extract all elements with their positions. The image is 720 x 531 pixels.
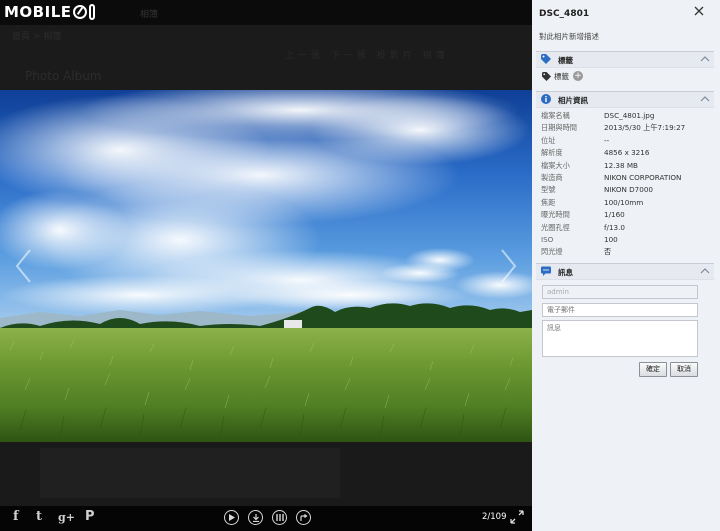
logo-text: MOBILE (4, 3, 72, 21)
plurk-icon[interactable]: P (85, 509, 95, 524)
logo-i-icon (88, 4, 95, 20)
photo-info-section-header[interactable]: 相片資訊 (536, 91, 714, 108)
info-row: 光圈孔徑 f/13.0 (541, 222, 711, 234)
info-row: ISO 100 (541, 234, 711, 246)
tag-icon (541, 54, 551, 64)
photo-title: DSC_4801 (539, 9, 590, 19)
background-thumbnail (40, 448, 340, 498)
album-nav-links: 上一張 下一張 投影片 相簿 (285, 51, 449, 61)
info-row: 檔案大小 12.38 MB (541, 160, 711, 172)
info-key: 閃光燈 (541, 247, 563, 257)
previous-photo-icon[interactable] (14, 248, 32, 284)
info-row: 曝光時間 1/160 (541, 209, 711, 221)
cancel-button[interactable]: 取消 (670, 362, 698, 377)
chevron-up-icon[interactable] (700, 267, 710, 275)
viewer-toolbar (0, 506, 532, 531)
info-value: NIKON D7000 (604, 185, 653, 195)
info-key: ISO (541, 234, 554, 244)
message-header-label: 訊息 (558, 268, 573, 277)
photo-viewer: MOBILE 相簿 首頁 > 相簿 上一張 下一張 投影片 相簿 Photo A… (0, 0, 532, 531)
info-row: 日期與時間 2013/5/30 上午7:19:27 (541, 122, 711, 134)
email-field[interactable] (542, 303, 698, 317)
info-row: 解析度 4856 x 3216 (541, 147, 711, 159)
info-key: 型號 (541, 185, 556, 195)
info-value: f/13.0 (604, 222, 625, 232)
thumbnails-icon[interactable] (272, 510, 287, 525)
header-nav-link[interactable]: 相簿 (140, 7, 158, 20)
next-photo-icon[interactable] (500, 248, 518, 284)
message-icon (541, 266, 551, 276)
info-row: 位址 -- (541, 135, 711, 147)
info-value: -- (604, 135, 610, 145)
album-title: Photo Album (25, 69, 102, 83)
info-value: 4856 x 3216 (604, 148, 650, 158)
info-value: DSC_4801.jpg (604, 111, 655, 120)
fullscreen-icon[interactable] (510, 510, 524, 524)
googleplus-icon[interactable]: g+ (58, 511, 75, 524)
info-key: 光圈孔徑 (541, 222, 570, 232)
info-key: 製造商 (541, 172, 563, 182)
dimmed-page-background: 首頁 > 相簿 上一張 下一張 投影片 相簿 Photo Album (0, 25, 532, 90)
tags-section-header[interactable]: 標籤 (536, 51, 714, 68)
play-icon[interactable] (224, 510, 239, 525)
info-row: 焦距 100/10mm (541, 197, 711, 209)
name-field: admin (542, 285, 698, 299)
facebook-icon[interactable]: f (13, 509, 19, 524)
twitter-icon[interactable]: t (36, 509, 42, 524)
info-key: 焦距 (541, 197, 556, 207)
photo-counter: 2/109 (482, 512, 507, 522)
photo-info-table: 檔案名稱 DSC_4801.jpg 日期與時間 2013/5/30 上午7:19:27… (541, 110, 711, 259)
chevron-up-icon[interactable] (700, 55, 710, 63)
info-key: 曝光時間 (541, 210, 570, 220)
info-value: 1/160 (604, 210, 625, 220)
chevron-up-icon[interactable] (700, 95, 710, 103)
tag-list: 標籤 + (542, 70, 583, 82)
info-value: 否 (604, 247, 612, 257)
info-key: 檔案大小 (541, 160, 570, 170)
info-value: 100/10mm (604, 197, 644, 207)
info-row: 型號 NIKON D7000 (541, 184, 711, 196)
info-value: 12.38 MB (604, 160, 638, 170)
info-header-label: 相片資訊 (558, 96, 588, 105)
info-value: 100 (604, 234, 618, 244)
info-row: 閃光燈 否 (541, 246, 711, 258)
info-value: NIKON CORPORATION (604, 172, 682, 182)
dimmed-page-background-lower (0, 442, 532, 506)
breadcrumb: 首頁 > 相簿 (12, 32, 62, 42)
add-tag-icon[interactable]: + (573, 71, 583, 81)
confirm-button[interactable]: 確定 (639, 362, 667, 377)
download-icon[interactable] (248, 510, 263, 525)
message-field[interactable] (542, 320, 698, 357)
info-icon (541, 94, 551, 104)
info-key: 解析度 (541, 148, 563, 158)
info-key: 位址 (541, 135, 556, 145)
info-key: 日期與時間 (541, 123, 577, 133)
main-photo[interactable] (0, 90, 532, 442)
info-key: 檔案名稱 (541, 111, 570, 120)
tags-header-label: 標籤 (558, 56, 573, 65)
tag-label: 標籤 (554, 71, 569, 81)
info-row: 製造商 NIKON CORPORATION (541, 172, 711, 184)
message-section-header[interactable]: 訊息 (536, 263, 714, 280)
share-icon[interactable] (296, 510, 311, 525)
add-description-link[interactable]: 對此相片新增描述 (539, 31, 599, 42)
photo-details-panel: DSC_4801 對此相片新增描述 標籤 標籤 + 相片資訊 檔案名稱 DSC_4… (532, 0, 720, 531)
logo-o-icon (72, 5, 87, 19)
info-value: 2013/5/30 上午7:19:27 (604, 123, 686, 133)
site-logo[interactable]: MOBILE (4, 2, 95, 22)
tag-small-icon (542, 71, 551, 81)
info-row: 檔案名稱 DSC_4801.jpg (541, 110, 711, 122)
site-header: MOBILE 相簿 (0, 0, 532, 25)
close-icon[interactable] (692, 4, 706, 18)
